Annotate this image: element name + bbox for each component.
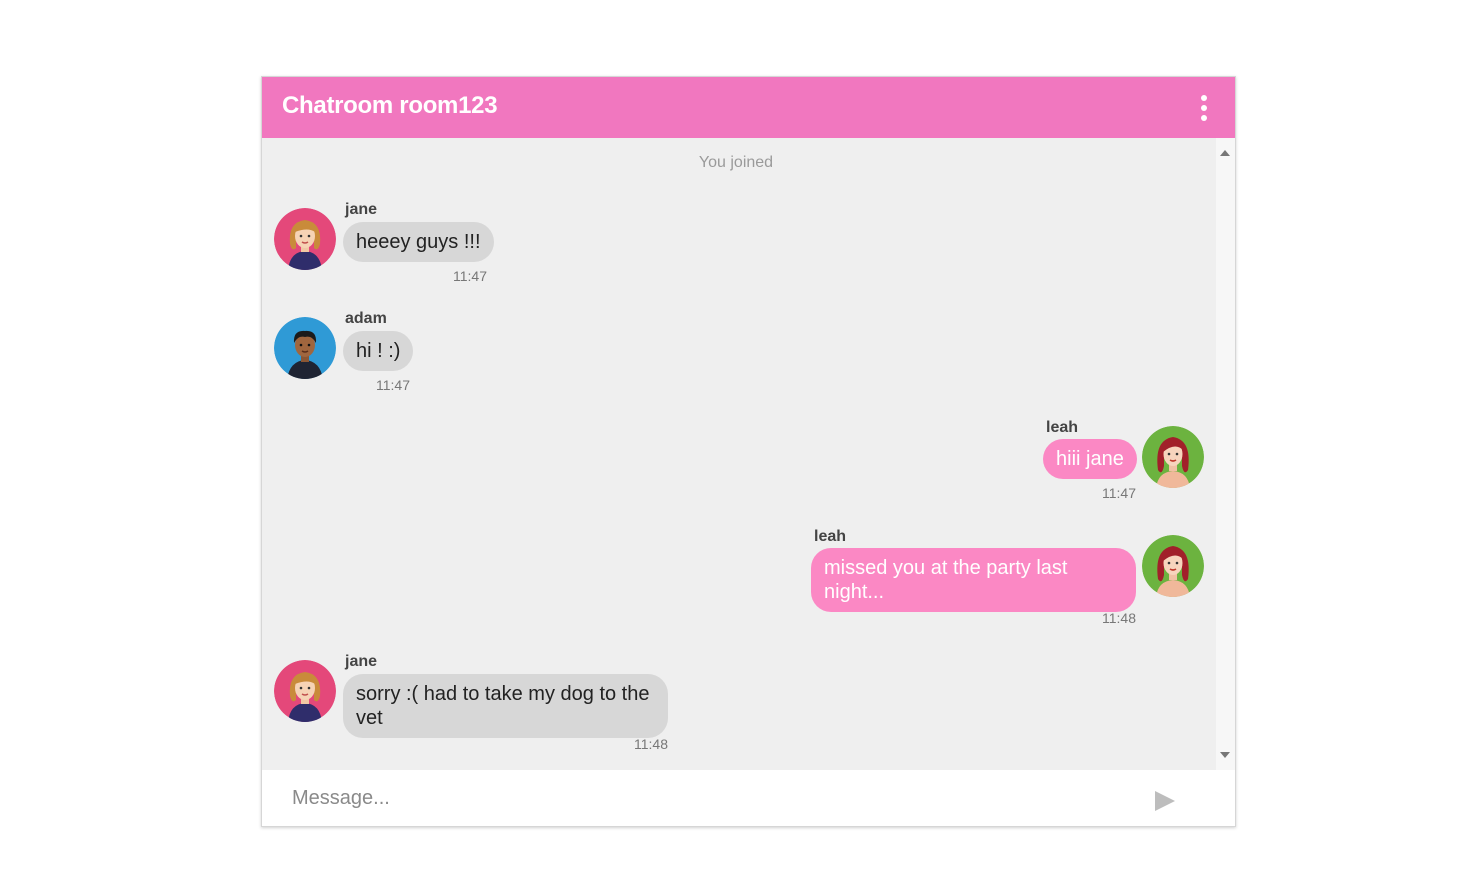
message: jane sorry :( had to take my dog to the … (262, 650, 1218, 760)
jane-avatar (274, 660, 336, 722)
leah-avatar (1142, 426, 1204, 488)
system-message: You joined (698, 154, 774, 171)
scrollbar[interactable] (1216, 138, 1235, 770)
message: adam hi ! :) 11:47 (262, 307, 1218, 397)
jane-avatar (274, 208, 336, 270)
message-time: 11:47 (453, 268, 487, 284)
message-bubble: sorry :( had to take my dog to the vet (343, 674, 668, 738)
message-list[interactable]: You joined jane heeey guys !!! 11:47 ada… (262, 138, 1218, 770)
sender-name: adam (345, 310, 387, 327)
scroll-up-arrow-icon[interactable] (1220, 150, 1230, 156)
adam-avatar (274, 317, 336, 379)
message-bubble: hi ! :) (343, 331, 414, 371)
message: jane heeey guys !!! 11:47 (262, 198, 1218, 288)
send-icon[interactable] (1154, 790, 1176, 812)
leah-avatar (1142, 535, 1204, 597)
sender-name: leah (814, 528, 847, 545)
more-vertical-icon[interactable] (1193, 93, 1215, 123)
sender-name: jane (345, 653, 378, 670)
sender-name: leah (1046, 419, 1079, 436)
message-bubble: heeey guys !!! (343, 222, 494, 262)
message-bubble: hiii jane (1043, 439, 1137, 479)
message-bubble: missed you at the party last night... (811, 548, 1136, 612)
message-time: 11:48 (1102, 610, 1136, 626)
message-time: 11:47 (1102, 485, 1136, 501)
message-input[interactable] (280, 778, 1154, 818)
chat-title: Chatroom room123 (282, 92, 498, 119)
message: leah missed you at the party last night.… (262, 525, 1218, 635)
sender-name: jane (345, 201, 378, 218)
message-time: 11:48 (634, 736, 668, 752)
scroll-down-arrow-icon[interactable] (1220, 752, 1230, 758)
message: leah hiii jane 11:47 (262, 416, 1218, 506)
chat-window: Chatroom room123 You joined jane heeey g… (261, 76, 1236, 827)
message-composer (262, 770, 1235, 826)
chat-header: Chatroom room123 (262, 77, 1235, 138)
message-time: 11:47 (376, 377, 410, 393)
